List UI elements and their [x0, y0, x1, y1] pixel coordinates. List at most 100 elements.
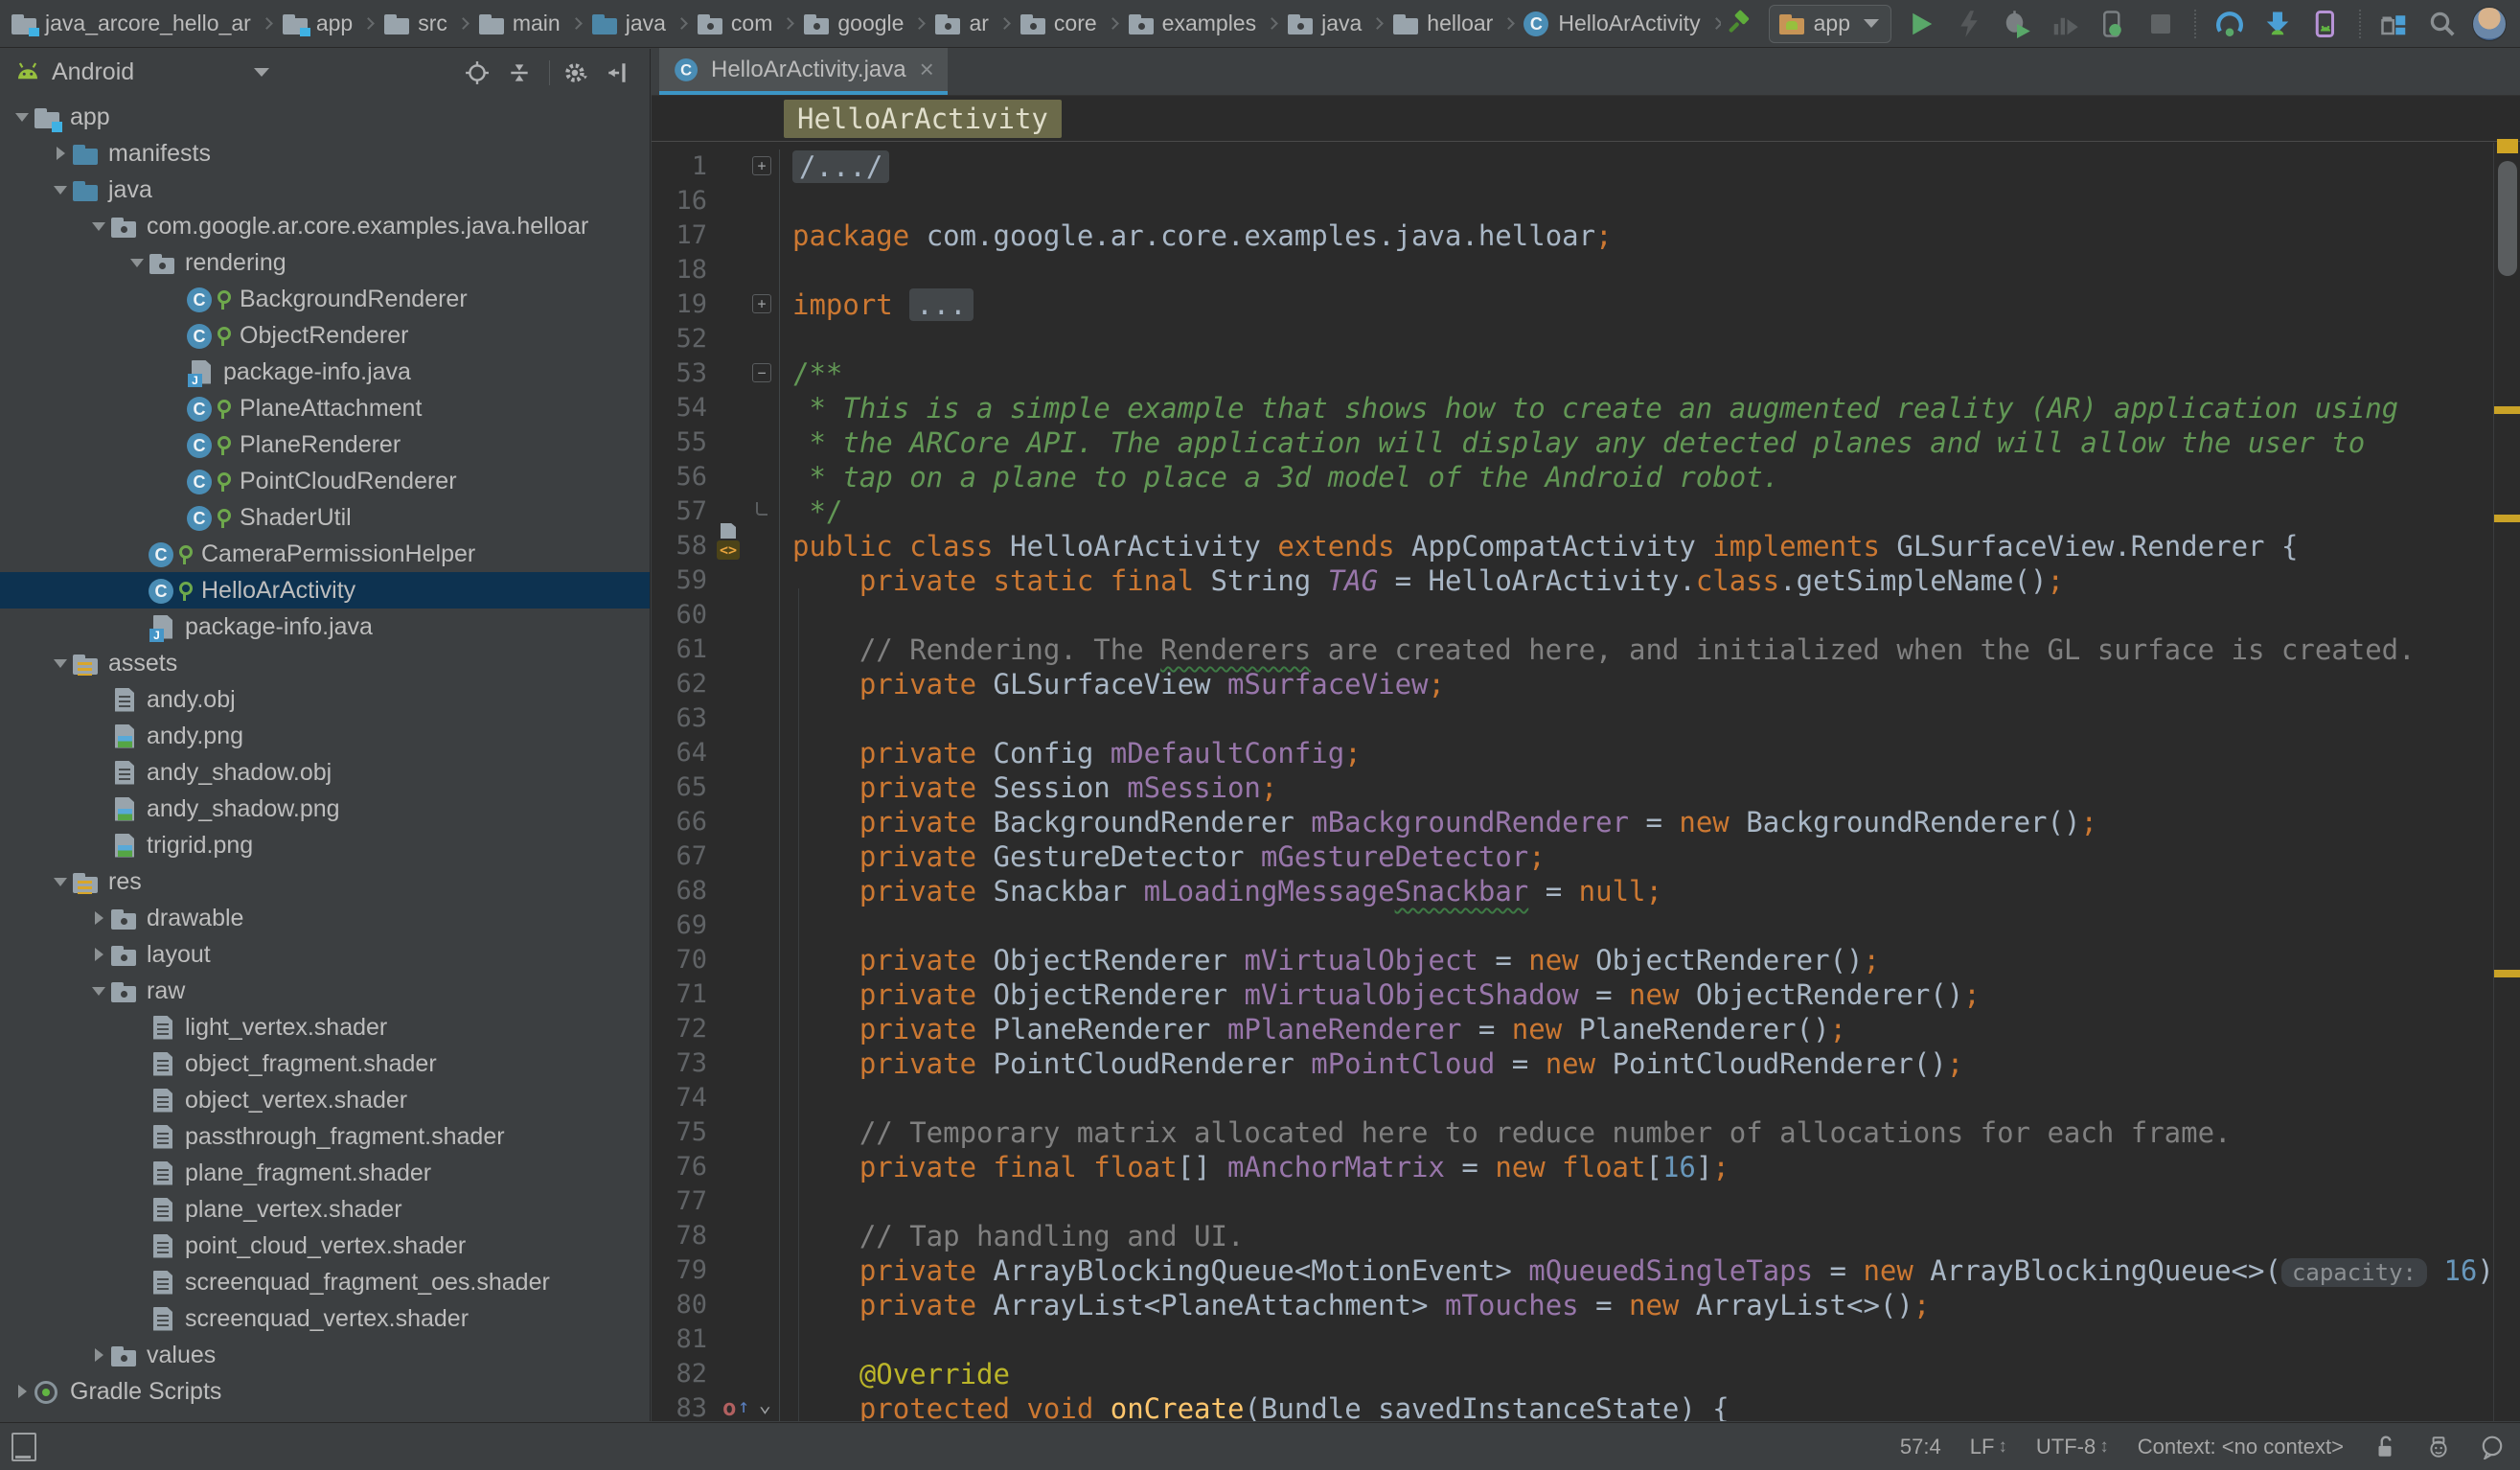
user-avatar[interactable]: [2472, 7, 2507, 41]
code-line-54[interactable]: 54 * This is a simple example that shows…: [652, 391, 2520, 425]
code-line-57[interactable]: 57 */: [652, 494, 2520, 529]
tree-item-plane-fragment-shader[interactable]: plane_fragment.shader: [0, 1155, 650, 1191]
caret-position[interactable]: 57:4: [1900, 1435, 1941, 1459]
code-line-76[interactable]: 76 private final float[] mAnchorMatrix =…: [652, 1150, 2520, 1184]
tree-item-andy-obj[interactable]: andy.obj: [0, 681, 650, 718]
tree-item-assets[interactable]: assets: [0, 645, 650, 681]
tree-item-backgroundrenderer[interactable]: BackgroundRenderer: [0, 281, 650, 317]
warning-stripe-mark[interactable]: [2494, 406, 2520, 414]
tree-item-gradle-scripts[interactable]: Gradle Scripts: [0, 1373, 650, 1410]
lock-icon[interactable]: [2372, 1435, 2397, 1459]
tree-item-screenquad-vertex-shader[interactable]: screenquad_vertex.shader: [0, 1300, 650, 1337]
chevron-expanded-icon[interactable]: [50, 659, 71, 668]
breadcrumb-item-java[interactable]: java: [590, 11, 666, 36]
code-line-64[interactable]: 64 private Config mDefaultConfig;: [652, 736, 2520, 770]
code-line-19[interactable]: 19+import ...: [652, 287, 2520, 322]
fold-collapse-icon[interactable]: ⌄: [759, 1390, 771, 1421]
stop-icon[interactable]: [2142, 6, 2179, 42]
chevron-expanded-icon[interactable]: [88, 222, 109, 231]
run-icon[interactable]: [1903, 6, 1939, 42]
device-monitor-icon[interactable]: [2307, 6, 2344, 42]
tree-item-planerenderer[interactable]: PlaneRenderer: [0, 426, 650, 463]
breadcrumb-item-java[interactable]: java: [1286, 11, 1362, 36]
chevron-expanded-icon[interactable]: [50, 878, 71, 886]
tree-item-drawable[interactable]: drawable: [0, 900, 650, 936]
warning-stripe-summary[interactable]: [2497, 139, 2518, 153]
code-line-63[interactable]: 63: [652, 701, 2520, 736]
code-line-80[interactable]: 80 private ArrayList<PlaneAttachment> mT…: [652, 1288, 2520, 1322]
chevron-expanded-icon[interactable]: [88, 987, 109, 996]
breadcrumb-item-google[interactable]: google: [802, 11, 904, 36]
code-line-62[interactable]: 62 private GLSurfaceView mSurfaceView;: [652, 667, 2520, 701]
code-line-74[interactable]: 74: [652, 1081, 2520, 1115]
tree-item-rendering[interactable]: rendering: [0, 244, 650, 281]
tree-item-object-vertex-shader[interactable]: object_vertex.shader: [0, 1082, 650, 1118]
chevron-expanded-icon[interactable]: [50, 186, 71, 195]
code-line-65[interactable]: 65 private Session mSession;: [652, 770, 2520, 805]
code-line-83[interactable]: 83o↑⌄ protected void onCreate(Bundle sav…: [652, 1391, 2520, 1421]
project-view-selector[interactable]: Android: [52, 58, 134, 86]
code-line-71[interactable]: 71 private ObjectRenderer mVirtualObject…: [652, 977, 2520, 1012]
code-line-53[interactable]: 53−/**: [652, 356, 2520, 391]
overriding-method-icon[interactable]: o: [722, 1391, 736, 1421]
code-line-79[interactable]: 79 private ArrayBlockingQueue<MotionEven…: [652, 1253, 2520, 1288]
editor-scrollbar[interactable]: [2493, 143, 2520, 1421]
highlighting-level-icon[interactable]: [2426, 1435, 2451, 1459]
hide-panel-icon[interactable]: [602, 57, 634, 89]
tree-item-manifests[interactable]: manifests: [0, 135, 650, 172]
close-icon[interactable]: ×: [920, 55, 934, 84]
tree-item-andy-shadow-png[interactable]: andy_shadow.png: [0, 791, 650, 827]
class-breadcrumb-pill[interactable]: HelloArActivity: [784, 100, 1062, 138]
code-line-66[interactable]: 66 private BackgroundRenderer mBackgroun…: [652, 805, 2520, 839]
tree-item-light-vertex-shader[interactable]: light_vertex.shader: [0, 1009, 650, 1045]
sdk-manager-icon[interactable]: [2259, 6, 2296, 42]
event-log-balloon-icon[interactable]: [2480, 1435, 2505, 1459]
chevron-collapsed-icon[interactable]: [11, 1385, 33, 1398]
fold-expand-icon[interactable]: +: [752, 294, 771, 313]
tree-item-shaderutil[interactable]: ShaderUtil: [0, 499, 650, 536]
tree-item-trigrid-png[interactable]: trigrid.png: [0, 827, 650, 863]
tree-item-com-google-ar-core-examples-java-helloar[interactable]: com.google.ar.core.examples.java.helloar: [0, 208, 650, 244]
code-line-56[interactable]: 56 * tap on a plane to place a 3d model …: [652, 460, 2520, 494]
code-editor[interactable]: 1+/.../1617package com.google.ar.core.ex…: [652, 143, 2520, 1421]
tree-item-raw[interactable]: raw: [0, 973, 650, 1009]
code-line-61[interactable]: 61 // Rendering. The Renderers are creat…: [652, 632, 2520, 667]
code-line-77[interactable]: 77: [652, 1184, 2520, 1219]
related-file-icon[interactable]: [721, 523, 736, 539]
line-separator-widget[interactable]: LF ↕: [1970, 1435, 2007, 1459]
chevron-collapsed-icon[interactable]: [88, 948, 109, 961]
tree-item-layout[interactable]: layout: [0, 936, 650, 973]
tree-item-andy-shadow-obj[interactable]: andy_shadow.obj: [0, 754, 650, 791]
collapse-all-icon[interactable]: [503, 57, 536, 89]
breadcrumb-item-src[interactable]: src: [382, 11, 447, 36]
scrollbar-thumb[interactable]: [2498, 161, 2517, 276]
debug-icon[interactable]: [1999, 6, 2035, 42]
breadcrumb-item-core[interactable]: core: [1019, 11, 1097, 36]
code-line-72[interactable]: 72 private PlaneRenderer mPlaneRenderer …: [652, 1012, 2520, 1046]
code-line-78[interactable]: 78 // Tap handling and UI.: [652, 1219, 2520, 1253]
build-hammer-icon[interactable]: [1721, 6, 1757, 42]
code-line-75[interactable]: 75 // Temporary matrix allocated here to…: [652, 1115, 2520, 1150]
search-everywhere-icon[interactable]: [2424, 6, 2461, 42]
tree-item-screenquad-fragment-oes-shader[interactable]: screenquad_fragment_oes.shader: [0, 1264, 650, 1300]
tree-item-object-fragment-shader[interactable]: object_fragment.shader: [0, 1045, 650, 1082]
chevron-expanded-icon[interactable]: [126, 259, 148, 267]
chevron-down-icon[interactable]: [254, 68, 269, 77]
encoding-widget[interactable]: UTF-8 ↕: [2036, 1435, 2109, 1459]
chevron-collapsed-icon[interactable]: [50, 147, 71, 160]
code-line-60[interactable]: 60: [652, 598, 2520, 632]
breadcrumb-item-helloar[interactable]: helloar: [1391, 11, 1493, 36]
code-line-69[interactable]: 69: [652, 908, 2520, 943]
toolwindow-switcher-icon[interactable]: [11, 1433, 36, 1461]
breadcrumb-item-app[interactable]: app: [281, 11, 353, 36]
code-line-18[interactable]: 18: [652, 253, 2520, 287]
code-line-82[interactable]: 82 @Override: [652, 1357, 2520, 1391]
breadcrumb-item-helloaractivity[interactable]: HelloArActivity: [1523, 11, 1700, 36]
chevron-collapsed-icon[interactable]: [88, 911, 109, 925]
tree-item-helloaractivity[interactable]: HelloArActivity: [0, 572, 650, 609]
tree-item-values[interactable]: values: [0, 1337, 650, 1373]
project-structure-icon[interactable]: [2376, 6, 2413, 42]
context-widget[interactable]: Context: <no context>: [2138, 1435, 2344, 1459]
tree-item-package-info-java[interactable]: Jpackage-info.java: [0, 609, 650, 645]
fold-expand-icon[interactable]: +: [752, 156, 771, 175]
